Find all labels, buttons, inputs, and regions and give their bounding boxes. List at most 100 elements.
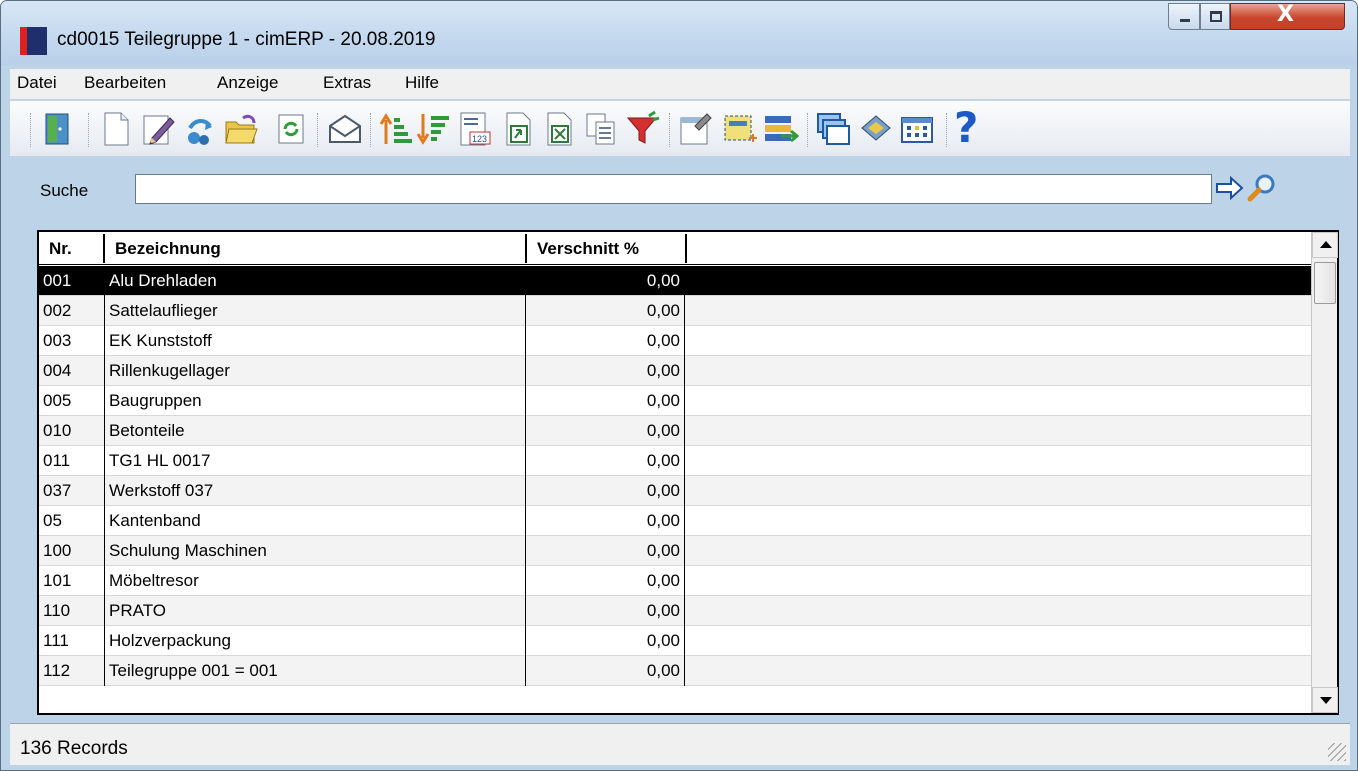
clipboard-icon[interactable] [583,110,619,148]
cell-nr: 001 [39,266,105,296]
title-bar[interactable]: cd0015 Teilegruppe 1 - cimERP - 20.08.20… [1,1,1357,65]
open-folder-icon[interactable] [223,110,259,148]
cell-bezeichnung: Werkstoff 037 [105,476,526,506]
copy-icon[interactable] [182,110,218,148]
cell-bezeichnung: Kantenband [105,506,526,536]
windows-icon[interactable] [815,110,851,148]
cell-nr: 05 [39,506,105,536]
table-row[interactable]: 002 Sattelauflieger 0,00 [39,296,1311,326]
toolbar-separator [370,113,373,147]
cell-nr: 111 [39,626,105,656]
edit-pencil-icon[interactable] [140,110,176,148]
minimize-button[interactable] [1168,3,1200,30]
search-icon[interactable] [1246,172,1278,204]
numeric-filter-icon[interactable]: 123 [456,110,492,148]
cell-bezeichnung: PRATO [105,596,526,626]
cell-nr: 110 [39,596,105,626]
data-grid: Nr. Bezeichnung Verschnitt % 001 Alu Dreh… [37,230,1339,715]
cell-nr: 005 [39,386,105,416]
arrow-right-icon[interactable] [1215,175,1245,201]
toolbar-separator [669,113,672,147]
scroll-down-button[interactable] [1312,687,1338,713]
cell-nr: 037 [39,476,105,506]
cell-nr: 003 [39,326,105,356]
cell-nr: 002 [39,296,105,326]
arrow-up-icon [1320,241,1332,248]
cell-verschnitt: 0,00 [526,326,685,356]
menu-extras[interactable]: Extras [323,73,371,93]
cell-verschnitt: 0,00 [526,386,685,416]
column-header-empty [689,234,1309,263]
exit-door-icon[interactable] [40,110,76,148]
column-header-bezeichnung[interactable]: Bezeichnung [107,234,527,263]
cell-verschnitt: 0,00 [526,656,685,686]
select-area-icon[interactable] [721,110,757,148]
calendar-grid-icon[interactable] [899,110,935,148]
help-icon[interactable]: ? [954,103,990,152]
cell-verschnitt: 0,00 [526,506,685,536]
table-row[interactable]: 011 TG1 HL 0017 0,00 [39,446,1311,476]
search-input[interactable] [135,174,1212,204]
record-count: 136 Records [20,738,128,759]
cell-verschnitt: 0,00 [526,626,685,656]
cell-nr: 010 [39,416,105,446]
export-icon[interactable] [501,110,537,148]
table-row[interactable]: 037 Werkstoff 037 0,00 [39,476,1311,506]
table-row[interactable]: 110 PRATO 0,00 [39,596,1311,626]
cell-bezeichnung: Alu Drehladen [105,266,526,296]
new-document-icon[interactable] [98,110,134,148]
vertical-scrollbar[interactable] [1311,232,1338,713]
table-row[interactable]: 112 Teilegruppe 001 = 001 0,00 [39,656,1311,686]
main-window: cd0015 Teilegruppe 1 - cimERP - 20.08.20… [0,0,1358,771]
menu-anzeige[interactable]: Anzeige [217,73,278,93]
close-button[interactable]: X [1230,2,1345,30]
toolbar-separator [807,113,810,147]
properties-icon[interactable] [677,110,713,148]
scroll-thumb[interactable] [1314,262,1336,304]
cell-verschnitt: 0,00 [526,266,685,296]
svg-text:123: 123 [472,134,487,144]
refresh-icon[interactable] [273,110,309,148]
resize-grip-icon[interactable] [1328,743,1346,761]
search-bar: Suche [10,158,1350,216]
sort-descending-icon[interactable] [415,110,451,148]
table-row[interactable]: 100 Schulung Maschinen 0,00 [39,536,1311,566]
cell-verschnitt: 0,00 [526,596,685,626]
menu-bearbeiten[interactable]: Bearbeiten [84,73,166,93]
transfer-icon[interactable] [763,110,799,148]
sort-ascending-icon[interactable] [378,110,414,148]
menu-bar: Datei Bearbeiten Anzeige Extras Hilfe [10,69,1350,99]
window-title: cd0015 Teilegruppe 1 - cimERP - 20.08.20… [57,29,436,50]
cell-verschnitt: 0,00 [526,296,685,326]
maximize-icon [1210,11,1222,22]
cell-bezeichnung: TG1 HL 0017 [105,446,526,476]
cell-bezeichnung: EK Kunststoff [105,326,526,356]
mail-icon[interactable] [327,110,363,148]
table-row[interactable]: 05 Kantenband 0,00 [39,506,1311,536]
excel-export-icon[interactable] [542,110,578,148]
toolbar-separator [30,113,33,147]
status-bar: 136 Records [10,723,1350,765]
table-row[interactable]: 101 Möbeltresor 0,00 [39,566,1311,596]
table-row[interactable]: 111 Holzverpackung 0,00 [39,626,1311,656]
maximize-button[interactable] [1200,3,1230,30]
cell-bezeichnung: Betonteile [105,416,526,446]
close-icon: X [1277,2,1294,27]
table-row[interactable]: 003 EK Kunststoff 0,00 [39,326,1311,356]
book-icon[interactable] [858,110,894,148]
column-header-verschnitt[interactable]: Verschnitt % [529,234,687,263]
scroll-up-button[interactable] [1312,232,1338,258]
table-row[interactable]: 001 Alu Drehladen 0,00 [39,266,1311,296]
minimize-icon [1180,19,1190,22]
table-row[interactable]: 004 Rillenkugellager 0,00 [39,356,1311,386]
cell-nr: 101 [39,566,105,596]
table-row[interactable]: 010 Betonteile 0,00 [39,416,1311,446]
toolbar-separator [317,113,320,147]
column-header-nr[interactable]: Nr. [41,234,105,263]
filter-funnel-icon[interactable] [625,110,661,148]
toolbar: 123 ? [10,100,1350,156]
menu-datei[interactable]: Datei [17,73,57,93]
menu-hilfe[interactable]: Hilfe [405,73,439,93]
cell-verschnitt: 0,00 [526,356,685,386]
table-row[interactable]: 005 Baugruppen 0,00 [39,386,1311,416]
